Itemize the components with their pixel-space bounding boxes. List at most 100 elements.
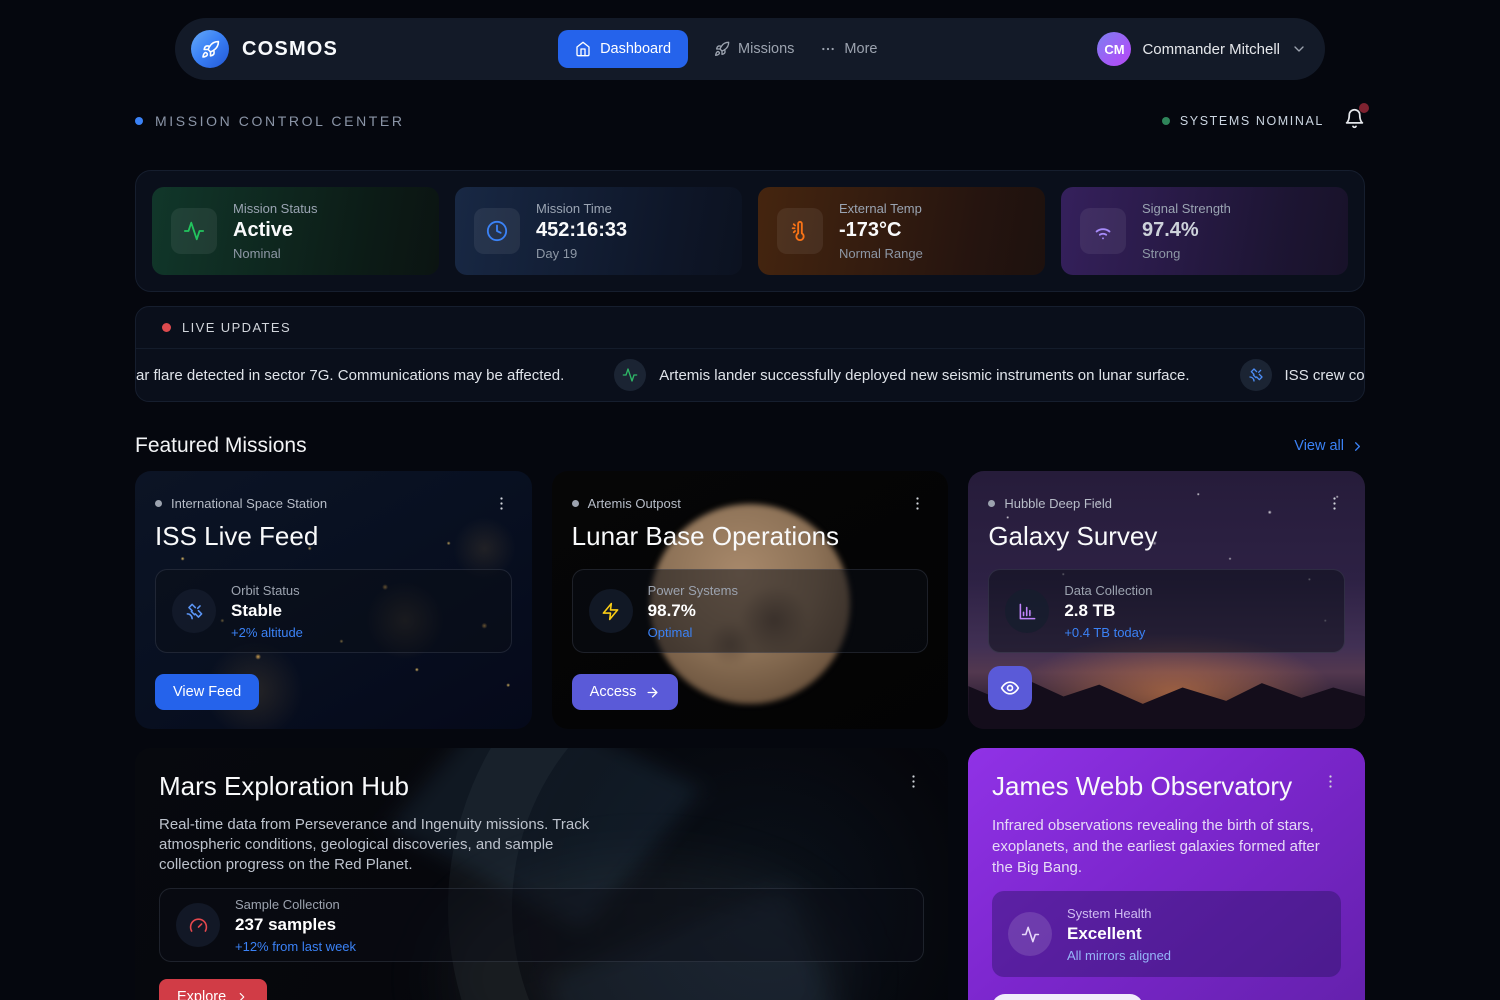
panel-label: System Health (1067, 906, 1171, 921)
ellipsis-icon (820, 41, 836, 57)
nav-tab-more[interactable]: More (820, 41, 877, 57)
live-updates-title: LIVE UPDATES (182, 320, 291, 335)
stat-card-mission-time: Mission Time 452:16:33 Day 19 (455, 187, 742, 275)
title-status-dot (135, 117, 143, 125)
stat-value: Active (233, 219, 318, 242)
access-button[interactable]: Access (572, 674, 679, 710)
zap-icon (589, 589, 633, 633)
page-header: MISSION CONTROL CENTER SYSTEMS NOMINAL (135, 108, 1365, 134)
panel-sub: All mirrors aligned (1067, 948, 1171, 963)
featured-missions-title: Featured Missions (135, 434, 307, 458)
stat-label: Mission Status (233, 201, 318, 216)
top-navbar: COSMOS Dashboard Missions More CM Comman… (175, 18, 1325, 80)
panel-label: Power Systems (648, 583, 738, 598)
stat-sub: Nominal (233, 246, 318, 261)
kebab-menu-icon[interactable] (1320, 771, 1341, 792)
stat-card-signal-strength: Signal Strength 97.4% Strong (1061, 187, 1348, 275)
mission-stat-panel: Sample Collection 237 samples +12% from … (159, 888, 924, 962)
chevron-right-icon (235, 990, 249, 1000)
ticker-text: Artemis lander successfully deployed new… (659, 367, 1189, 384)
mission-title: Mars Exploration Hub (159, 771, 409, 802)
panel-label: Sample Collection (235, 897, 356, 912)
ticker-text: ISS crew completes critical E (1285, 367, 1364, 384)
wifi-icon (1080, 208, 1126, 254)
satellite-icon (172, 589, 216, 633)
mission-card-iss[interactable]: International Space Station ISS Live Fee… (135, 471, 532, 729)
kebab-menu-icon[interactable] (907, 493, 928, 514)
tag-dot (988, 500, 995, 507)
view-all-label: View all (1294, 438, 1344, 454)
ticker-text: ar flare detected in sector 7G. Communic… (136, 367, 564, 384)
panel-value: 98.7% (648, 601, 738, 621)
mission-stat-panel: Data Collection 2.8 TB +0.4 TB today (988, 569, 1345, 653)
mission-card-galaxy[interactable]: Hubble Deep Field Galaxy Survey Data Col… (968, 471, 1365, 729)
view-all-link[interactable]: View all (1294, 438, 1365, 454)
news-ticker: ar flare detected in sector 7G. Communic… (136, 349, 1364, 401)
thermometer-icon (777, 208, 823, 254)
arrow-right-icon (645, 685, 660, 700)
nav-tab-dashboard[interactable]: Dashboard (558, 30, 688, 68)
panel-sub: Optimal (648, 625, 738, 640)
systems-status-label: SYSTEMS NOMINAL (1180, 114, 1324, 128)
ticker-item: ISS crew completes critical E (1240, 359, 1364, 391)
mission-tag: Hubble Deep Field (1004, 496, 1112, 511)
notifications-button[interactable] (1344, 108, 1365, 134)
panel-value: 237 samples (235, 915, 356, 935)
mission-title: James Webb Observatory (992, 771, 1292, 802)
gauge-icon (176, 903, 220, 947)
eye-icon (1000, 678, 1020, 698)
nav-dashboard-label: Dashboard (600, 41, 671, 57)
view-discoveries-button[interactable]: View discoveries (992, 994, 1143, 1000)
kebab-menu-icon[interactable] (1324, 493, 1345, 514)
activity-icon (614, 359, 646, 391)
rocket-icon (714, 41, 730, 57)
stat-label: External Temp (839, 201, 923, 216)
stat-sub: Day 19 (536, 246, 627, 261)
panel-sub: +12% from last week (235, 939, 356, 954)
explore-label: Explore (177, 989, 226, 1000)
user-menu[interactable]: CM Commander Mitchell (1097, 32, 1307, 66)
ticker-item: Artemis lander successfully deployed new… (614, 359, 1189, 391)
stat-sub: Strong (1142, 246, 1231, 261)
nav-missions-label: Missions (738, 41, 794, 57)
mission-tag: Artemis Outpost (588, 496, 681, 511)
explore-button[interactable]: Explore (159, 979, 267, 1000)
mission-description: Infrared observations revealing the birt… (992, 815, 1341, 878)
user-name: Commander Mitchell (1142, 41, 1280, 58)
live-dot (162, 323, 171, 332)
mission-card-webb[interactable]: James Webb Observatory Infrared observat… (968, 748, 1365, 1000)
mission-title: Lunar Base Operations (572, 521, 929, 552)
mission-card-lunar[interactable]: Artemis Outpost Lunar Base Operations Po… (552, 471, 949, 729)
live-updates-panel: LIVE UPDATES ar flare detected in sector… (135, 306, 1365, 402)
home-icon (575, 41, 591, 57)
notification-dot (1359, 103, 1369, 113)
panel-sub: +0.4 TB today (1064, 625, 1152, 640)
systems-status-dot (1162, 117, 1170, 125)
panel-sub: +2% altitude (231, 625, 303, 640)
ticker-item: ar flare detected in sector 7G. Communic… (136, 367, 564, 384)
kebab-menu-icon[interactable] (491, 493, 512, 514)
panel-label: Orbit Status (231, 583, 303, 598)
stat-sub: Normal Range (839, 246, 923, 261)
stats-panel: Mission Status Active Nominal Mission Ti… (135, 170, 1365, 292)
mission-title: ISS Live Feed (155, 521, 512, 552)
stat-value: 97.4% (1142, 219, 1231, 242)
clock-icon (474, 208, 520, 254)
view-button[interactable] (988, 666, 1032, 710)
nav-tab-missions[interactable]: Missions (714, 41, 794, 57)
tag-dot (572, 500, 579, 507)
panel-value: Stable (231, 601, 303, 621)
satellite-icon (1240, 359, 1272, 391)
tag-dot (155, 500, 162, 507)
mission-stat-panel: Orbit Status Stable +2% altitude (155, 569, 512, 653)
view-feed-button[interactable]: View Feed (155, 674, 259, 710)
mission-stat-panel: System Health Excellent All mirrors alig… (992, 891, 1341, 977)
chevron-down-icon (1291, 41, 1307, 57)
mission-title: Galaxy Survey (988, 521, 1345, 552)
panel-label: Data Collection (1064, 583, 1152, 598)
stat-card-mission-status: Mission Status Active Nominal (152, 187, 439, 275)
mission-card-mars[interactable]: Mars Exploration Hub Real-time data from… (135, 748, 948, 1000)
cosmos-logo-rocket-icon[interactable] (191, 30, 229, 68)
kebab-menu-icon[interactable] (903, 771, 924, 792)
panel-value: 2.8 TB (1064, 601, 1152, 621)
